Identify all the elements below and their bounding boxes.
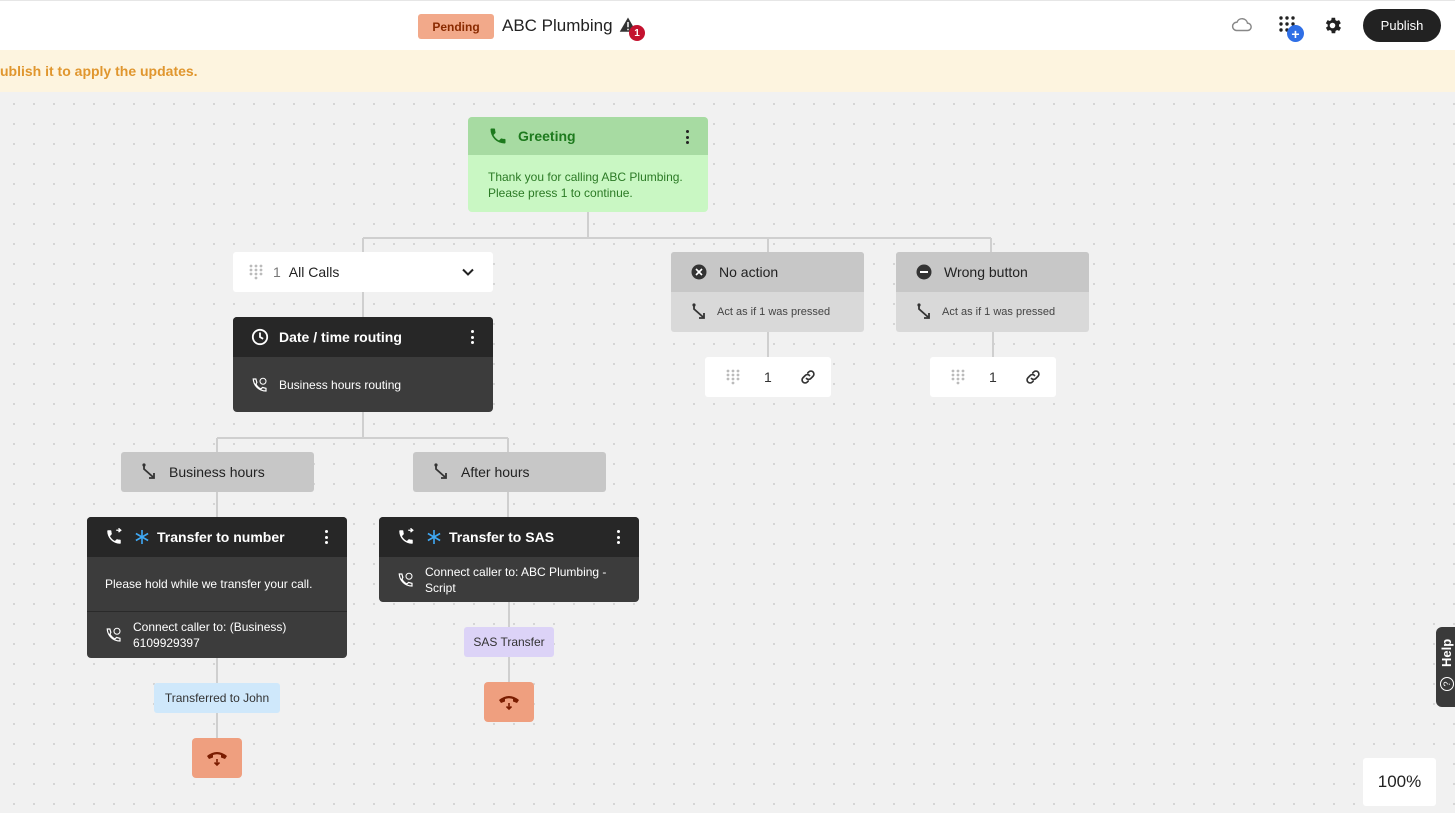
transfer-number-connect-row: Connect caller to: (Business) 6109929397 <box>87 612 347 658</box>
option-all-calls[interactable]: 1 All Calls <box>233 252 493 292</box>
greeting-title: Greeting <box>518 128 576 144</box>
transfer-sas-menu-icon[interactable] <box>617 530 621 544</box>
key-value: 1 <box>764 369 772 385</box>
greeting-message: Thank you for calling ABC Plumbing. Plea… <box>488 170 683 200</box>
transfer-number-header: Transfer to number <box>87 517 347 557</box>
option-no-action[interactable]: No action Act as if 1 was pressed <box>671 252 864 332</box>
transfer-number-message: Please hold while we transfer your call. <box>87 557 347 612</box>
minus-circle-icon <box>916 264 932 280</box>
no-action-key-pill[interactable]: 1 <box>705 357 831 397</box>
chevron-down-icon[interactable] <box>461 265 475 279</box>
zoom-level[interactable]: 100% <box>1363 758 1436 806</box>
phone-schedule-icon <box>252 377 267 392</box>
transfer-to-sas-node[interactable]: Transfer to SAS Connect caller to: ABC P… <box>379 517 639 602</box>
snowflake-icon <box>135 530 149 544</box>
hang-up-icon <box>207 752 227 767</box>
no-action-sub-label: Act as if 1 was pressed <box>717 306 831 318</box>
wrong-button-title: Wrong button <box>944 264 1028 280</box>
branch-label: Business hours <box>169 464 265 480</box>
option-label: All Calls <box>288 264 340 280</box>
branch-after-hours[interactable]: After hours <box>413 452 606 492</box>
branch-arrow-icon <box>692 303 705 319</box>
transfer-to-number-node[interactable]: Transfer to number Please hold while we … <box>87 517 347 658</box>
transfer-sas-title: Transfer to SAS <box>449 529 555 545</box>
phone-schedule-icon <box>398 572 413 587</box>
help-question-icon: ? <box>1440 677 1454 691</box>
phone-icon <box>490 128 506 144</box>
option-wrong-button[interactable]: Wrong button Act as if 1 was pressed <box>896 252 1089 332</box>
phone-forward-icon <box>107 528 122 544</box>
hang-up-icon <box>499 696 519 711</box>
greeting-node[interactable]: Greeting Thank you for calling ABC Plumb… <box>468 117 708 212</box>
transfer-sas-header: Transfer to SAS <box>379 517 639 557</box>
phone-forward-icon <box>399 528 414 544</box>
phone-schedule-icon <box>106 627 121 642</box>
no-action-sub: Act as if 1 was pressed <box>671 292 864 332</box>
branch-arrow-icon <box>142 463 155 479</box>
greeting-menu-icon[interactable] <box>686 130 690 144</box>
no-action-title: No action <box>719 264 779 280</box>
dialpad-icon <box>726 369 740 385</box>
wrong-button-header: Wrong button <box>896 252 1089 292</box>
branch-business-hours[interactable]: Business hours <box>121 452 314 492</box>
transfer-tag[interactable]: Transferred to John <box>154 683 280 713</box>
date-time-menu-icon[interactable] <box>471 330 475 344</box>
dialpad-icon <box>249 264 263 280</box>
key-value: 1 <box>989 369 997 385</box>
transfer-sas-connect: Connect caller to: ABC Plumbing - Script <box>425 564 607 595</box>
transfer-number-menu-icon[interactable] <box>325 530 329 544</box>
branch-label: After hours <box>461 464 530 480</box>
transfer-number-title: Transfer to number <box>157 529 285 545</box>
date-time-row: Business hours routing <box>233 357 493 412</box>
link-icon[interactable] <box>799 368 817 386</box>
help-tab[interactable]: Help ? <box>1436 627 1455 707</box>
wrong-button-sub-label: Act as if 1 was pressed <box>942 306 1056 318</box>
transfer-number-connect: Connect caller to: (Business) 6109929397 <box>133 620 287 650</box>
wrong-button-key-pill[interactable]: 1 <box>930 357 1056 397</box>
hangup-node[interactable] <box>192 738 242 778</box>
wrong-button-sub: Act as if 1 was pressed <box>896 292 1089 332</box>
greeting-header: Greeting <box>468 117 708 155</box>
clock-icon <box>251 328 269 346</box>
date-time-title: Date / time routing <box>279 329 402 345</box>
date-time-header: Date / time routing <box>233 317 493 357</box>
help-label: Help <box>1439 638 1454 667</box>
link-icon[interactable] <box>1024 368 1042 386</box>
branch-arrow-icon <box>434 463 447 479</box>
transfer-tag[interactable]: SAS Transfer <box>464 627 554 657</box>
date-time-row-label: Business hours routing <box>279 377 402 392</box>
transfer-sas-connect-row: Connect caller to: ABC Plumbing - Script <box>379 557 639 602</box>
option-key: 1 <box>273 264 281 280</box>
branch-arrow-icon <box>917 303 930 319</box>
no-action-header: No action <box>671 252 864 292</box>
hangup-node[interactable] <box>484 682 534 722</box>
dialpad-icon <box>951 369 965 385</box>
close-circle-icon <box>691 264 707 280</box>
snowflake-icon <box>427 530 441 544</box>
date-time-routing-node[interactable]: Date / time routing Business hours routi… <box>233 317 493 412</box>
